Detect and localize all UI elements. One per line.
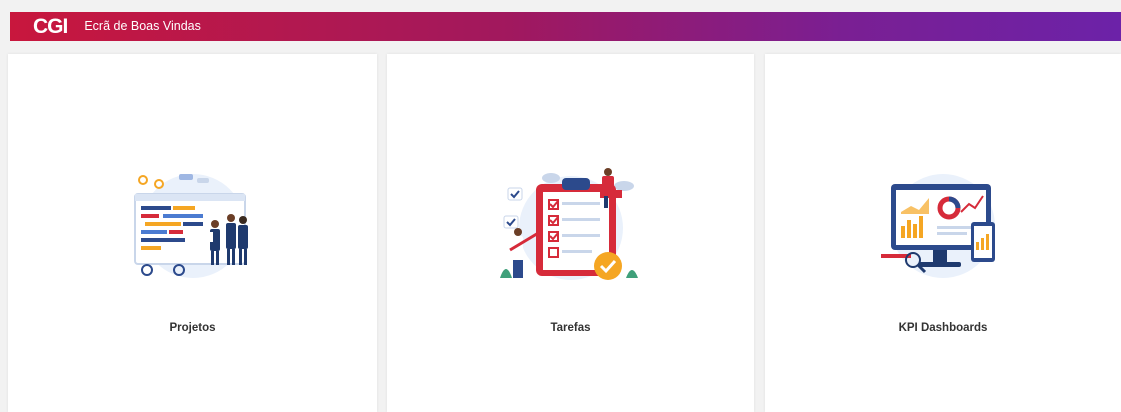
team-planning-board-illustration: [133, 174, 248, 278]
card-label-projetos: Projetos: [169, 322, 216, 334]
card-kpi-dashboards[interactable]: KPI Dashboards: [765, 54, 1121, 412]
card-label-kpi-dashboards: KPI Dashboards: [898, 322, 988, 334]
analytics-dashboard-illustration: [881, 174, 995, 278]
card-projetos[interactable]: Projetos: [8, 54, 377, 412]
top-bar: CGI Ecrã de Boas Vindas: [10, 12, 1121, 41]
cgi-logo[interactable]: CGI: [33, 12, 68, 41]
card-tarefas[interactable]: Tarefas: [387, 54, 754, 412]
task-checklist-illustration: [499, 168, 638, 280]
page-title: Ecrã de Boas Vindas: [84, 19, 201, 33]
card-label-tarefas: Tarefas: [550, 322, 591, 334]
